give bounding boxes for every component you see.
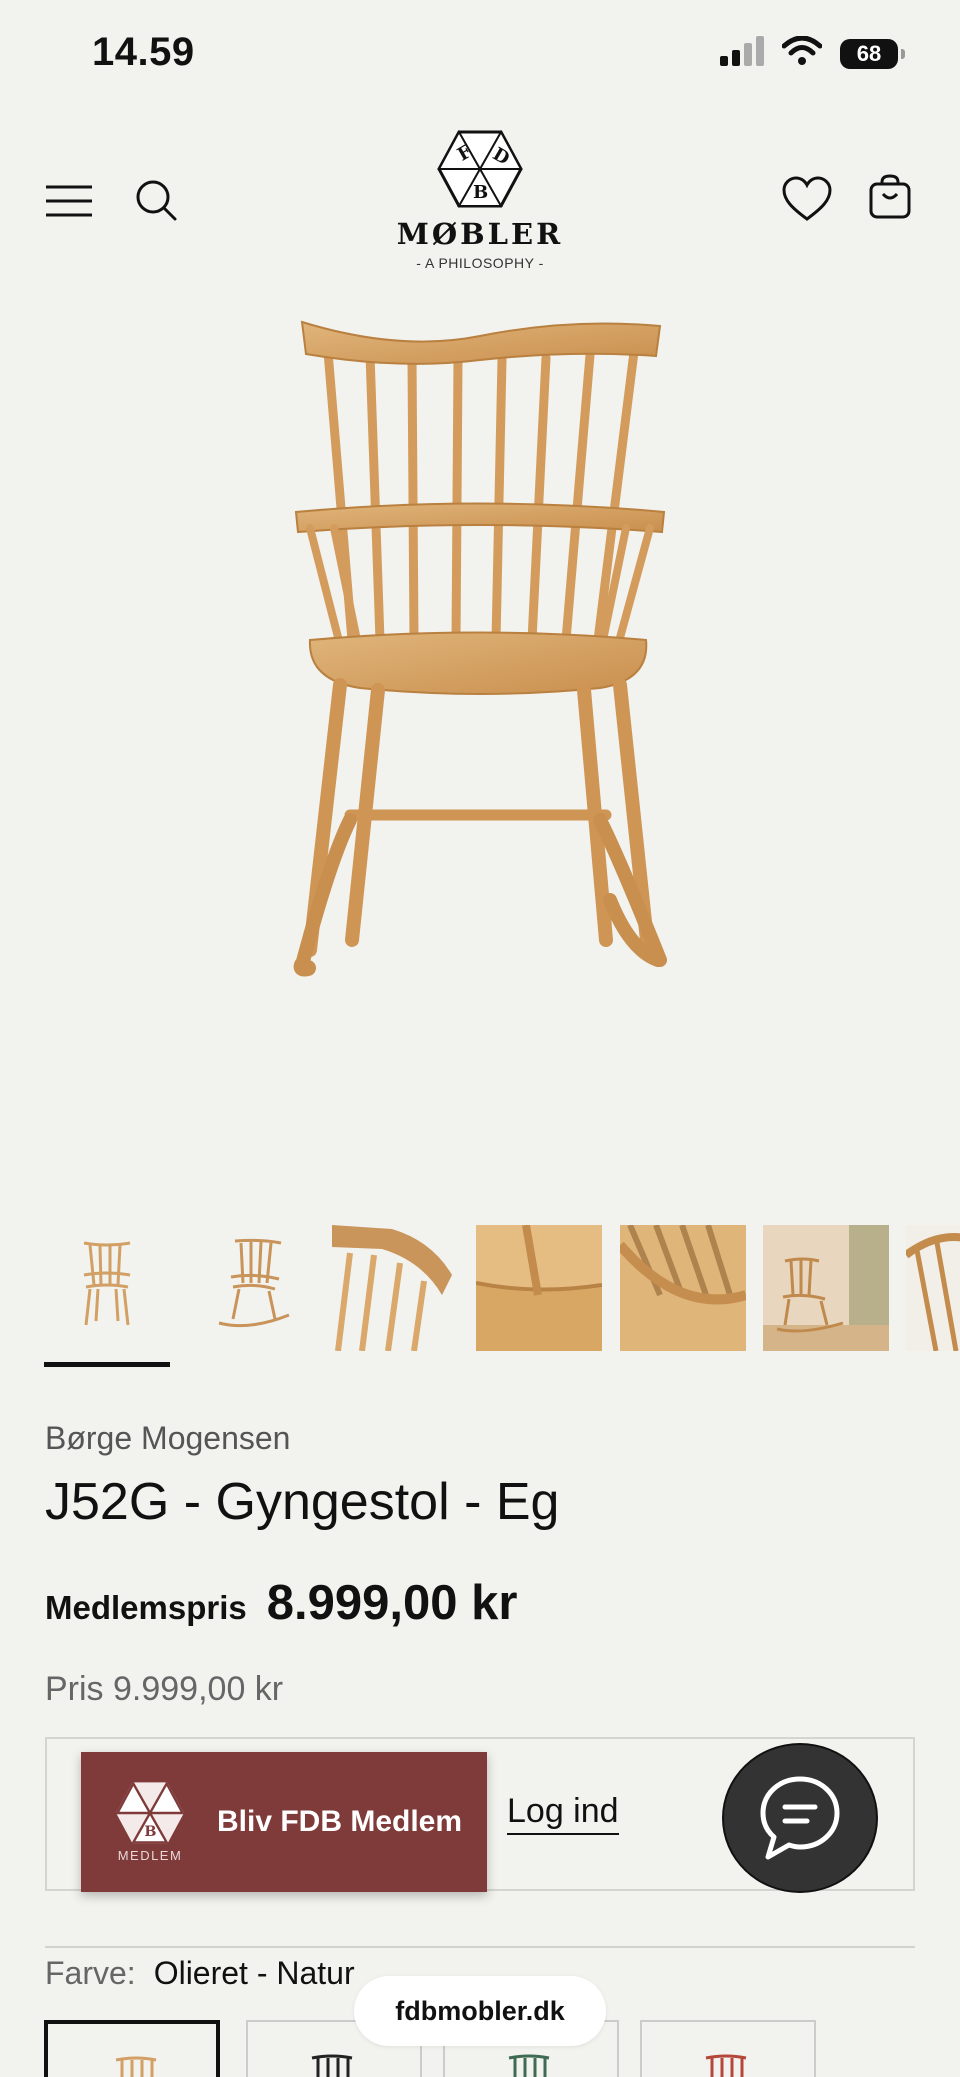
thumbnail-2[interactable] [189,1225,315,1351]
color-label: Farve: [45,1955,136,1991]
svg-text:B: B [473,182,488,203]
wishlist-heart-icon[interactable] [782,176,832,222]
member-price-label: Medlemspris [45,1589,247,1626]
member-price-row: Medlemspris 8.999,00 kr [45,1575,517,1631]
brand-logo[interactable]: F D B MØBLER - A PHILOSOPHY - [380,129,580,271]
product-title: J52G - Gyngestol - Eg [45,1473,560,1531]
fdb-logo-icon: F D B [437,129,523,208]
wifi-icon [781,35,823,71]
thumbnail-6[interactable] [763,1225,889,1351]
search-icon[interactable] [134,178,178,222]
battery-icon: 68 [840,38,905,69]
status-time: 14.59 [92,30,195,74]
svg-text:B: B [144,1824,156,1840]
product-main-image[interactable] [0,300,960,1200]
status-icons: 68 [720,35,905,71]
member-logo-text: MEDLEM [117,1847,183,1863]
fdb-member-logo-icon: B [115,1781,185,1844]
member-price: 8.999,00 kr [266,1576,518,1630]
product-designer[interactable]: Børge Mogensen [45,1420,290,1457]
chat-button[interactable] [722,1743,878,1893]
thumbnail-active-indicator [44,1362,170,1367]
brand-tagline: - A PHILOSOPHY - [416,255,544,271]
thumbnail-7[interactable] [906,1225,960,1351]
regular-price: Pris 9.999,00 kr [45,1670,284,1708]
color-value: Olieret - Natur [153,1955,355,1991]
login-link[interactable]: Log ind [507,1792,619,1835]
shopping-bag-icon[interactable] [868,174,912,220]
brand-wordmark: MØBLER [396,217,564,251]
color-swatch-natural[interactable] [44,2020,220,2077]
rocking-chair-image [293,320,667,977]
menu-icon[interactable] [44,180,94,222]
section-divider [45,1946,915,1948]
thumbnail-5[interactable] [620,1225,746,1351]
color-selector: Farve: Olieret - Natur [45,1955,355,1992]
thumbnail-3[interactable] [332,1225,458,1351]
thumbnail-strip[interactable] [44,1225,960,1370]
color-swatch-red[interactable] [640,2020,816,2077]
site-header: F D B MØBLER - A PHILOSOPHY - [0,120,960,290]
join-member-button[interactable]: B MEDLEM Bliv FDB Medlem [81,1752,487,1892]
signal-icon [720,36,764,71]
join-member-label: Bliv FDB Medlem [217,1805,463,1838]
thumbnail-4[interactable] [476,1225,602,1351]
status-bar: 14.59 68 [0,0,960,110]
chat-bubble-icon [760,1776,840,1860]
browser-url-bar[interactable]: fdbmobler.dk [354,1976,606,2046]
member-logo: B MEDLEM [95,1781,205,1863]
thumbnail-1[interactable] [44,1225,170,1351]
